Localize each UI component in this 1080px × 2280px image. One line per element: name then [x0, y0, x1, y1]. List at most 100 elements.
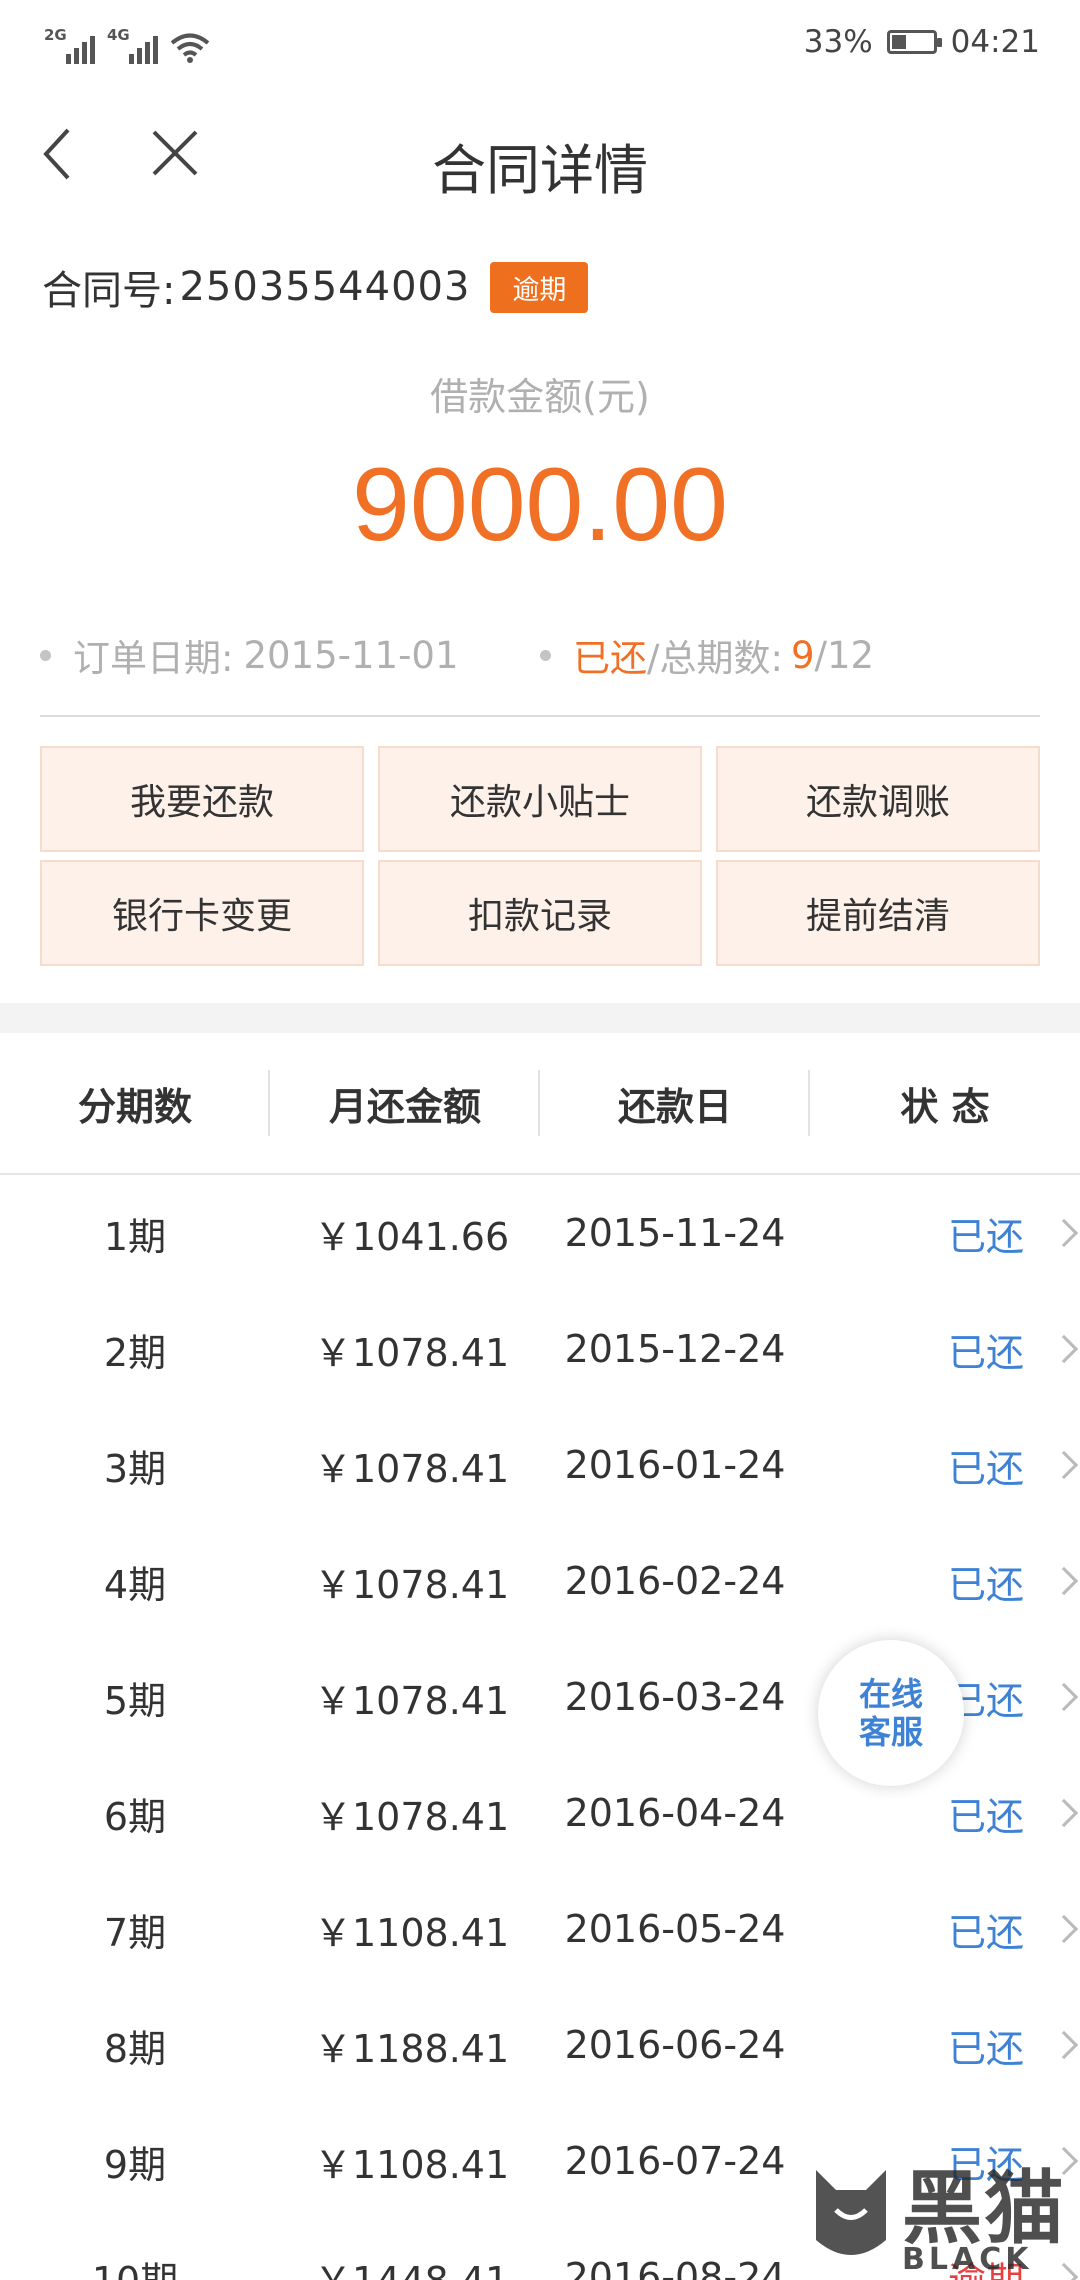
chevron-right-icon [1049, 2030, 1079, 2060]
battery-percent: 33% [803, 24, 873, 60]
order-date-label: 订单日期: [73, 637, 234, 680]
amount-cell: ￥1078.41 [314, 1562, 510, 1607]
amount-cell: ￥1078.41 [314, 1678, 510, 1723]
period-cell: 6期 [103, 1794, 167, 1839]
repay-tips-button[interactable]: 还款小贴士 [378, 746, 702, 852]
status-bar: 2G 4G 33% 04:21 [0, 0, 1080, 90]
amount-cell: ￥1078.41 [314, 1794, 510, 1839]
date-cell: 2016-06-24 [564, 2023, 786, 2067]
order-info-row: 订单日期: 2015-11-01 已还 /总期数: 9 /12 [40, 620, 1040, 690]
period-cell: 2期 [103, 1330, 167, 1375]
order-date: 订单日期: 2015-11-01 [40, 628, 459, 682]
period-cell: 9期 [103, 2142, 167, 2187]
period-cell: 1期 [103, 1214, 167, 1259]
status-label: 已还 [948, 1562, 1025, 1607]
chevron-right-icon [1049, 1798, 1079, 1828]
date-cell: 2016-07-24 [564, 2139, 786, 2183]
column-header-amount: 月还金额 [270, 1070, 540, 1136]
period-cell: 4期 [103, 1562, 167, 1607]
status-icons-left: 2G 4G [44, 24, 210, 64]
divider [40, 715, 1040, 717]
contract-header: 合同号: 25035544003 逾期 [42, 258, 589, 316]
repaid-label: 已还 [573, 637, 647, 680]
date-cell: 2016-05-24 [564, 1907, 786, 1951]
period-cell: 7期 [103, 1910, 167, 1955]
amount-cell: ￥1188.41 [314, 2026, 510, 2071]
date-cell: 2016-02-24 [564, 1559, 786, 1603]
chevron-right-icon [1049, 1914, 1079, 1944]
status-label: 已还 [948, 1446, 1025, 1491]
amount-cell: ￥1078.41 [314, 1330, 510, 1375]
wifi-icon [170, 33, 210, 63]
amount-cell: ￥1448.41 [270, 2250, 540, 2280]
watermark: 黑猫 BLACK CAT [806, 2150, 1080, 2280]
date-cell: 2016-01-24 [564, 1443, 786, 1487]
nav-bar: 合同详情 [0, 90, 1080, 230]
loan-amount-value: 9000.00 [352, 447, 728, 563]
status-label: 已还 [948, 1794, 1025, 1839]
chevron-right-icon [1049, 1450, 1079, 1480]
overdue-badge: 逾期 [490, 261, 589, 313]
order-date-value: 2015-11-01 [243, 633, 459, 677]
status-cell: 已还 [810, 1902, 1080, 1957]
cat-logo-icon [816, 2170, 886, 2255]
amount-cell: ￥1108.41 [314, 1910, 510, 1955]
repaid-count: 9 [790, 633, 815, 677]
watermark-sub: BLACK CAT [902, 2242, 1033, 2280]
chevron-right-icon [1049, 1566, 1079, 1596]
repay-adjust-button[interactable]: 还款调账 [716, 746, 1040, 852]
bullet-dot-icon [540, 649, 551, 661]
repay-button[interactable]: 我要还款 [40, 746, 364, 852]
status-label: 已还 [948, 1330, 1025, 1375]
period-cell: 10期 [0, 2250, 270, 2280]
column-header-status: 状 态 [900, 1084, 990, 1129]
action-grid: 我要还款 还款小贴士 还款调账 银行卡变更 扣款记录 提前结清 [40, 746, 1040, 966]
loan-amount-label: 借款金额(元) [430, 375, 650, 419]
amount-cell: ￥1108.41 [314, 2142, 510, 2187]
bullet-dot-icon [40, 649, 51, 661]
status-label: 已还 [948, 1910, 1025, 1955]
deduction-record-button[interactable]: 扣款记录 [378, 860, 702, 966]
status-cell: 已还 [810, 1438, 1080, 1493]
clock: 04:21 [950, 24, 1040, 60]
status-cell: 已还 [810, 1206, 1080, 1261]
table-row[interactable]: 1期 ￥1041.66 2015-11-24 已还 [0, 1175, 1080, 1291]
signal-2g-icon: 2G [44, 26, 95, 64]
network-type-label: 2G [44, 26, 67, 44]
table-row[interactable]: 7期 ￥1108.41 2016-05-24 已还 [0, 1871, 1080, 1987]
status-cell: 已还 [810, 1322, 1080, 1377]
date-cell: 2016-08-24 [564, 2255, 786, 2280]
chevron-right-icon [1049, 1682, 1079, 1712]
table-header: 分期数 月还金额 还款日 状 态 [0, 1033, 1080, 1175]
table-row[interactable]: 2期 ￥1078.41 2015-12-24 已还 [0, 1291, 1080, 1407]
fab-line1: 在线 [858, 1675, 923, 1713]
status-cell: 已还 [810, 1554, 1080, 1609]
contract-label: 合同号: [42, 268, 176, 314]
status-cell: 已还 [810, 1786, 1080, 1841]
contract-number: 25035544003 [179, 264, 471, 310]
amount-cell: ￥1041.66 [314, 1214, 510, 1259]
date-cell: 2015-11-24 [564, 1211, 786, 1255]
date-cell: 2015-12-24 [564, 1327, 786, 1371]
battery-icon [886, 30, 942, 54]
status-cell: 已还 [810, 2018, 1080, 2073]
fab-line2: 客服 [858, 1713, 923, 1751]
date-cell: 2016-04-24 [564, 1791, 786, 1835]
total-count: /12 [814, 633, 875, 677]
period-cell: 3期 [103, 1446, 167, 1491]
period-cell: 5期 [103, 1678, 167, 1723]
table-row[interactable]: 3期 ￥1078.41 2016-01-24 已还 [0, 1407, 1080, 1523]
column-header-period: 分期数 [0, 1070, 270, 1136]
table-row[interactable]: 8期 ￥1188.41 2016-06-24 已还 [0, 1987, 1080, 2103]
table-row[interactable]: 4期 ￥1078.41 2016-02-24 已还 [0, 1523, 1080, 1639]
status-icons-right: 33% 04:21 [804, 24, 1040, 60]
status-label: 已还 [948, 2026, 1025, 2071]
bank-card-change-button[interactable]: 银行卡变更 [40, 860, 364, 966]
signal-4g-icon: 4G [107, 26, 158, 64]
network-type-label: 4G [107, 26, 130, 44]
column-header-date: 还款日 [540, 1070, 810, 1136]
online-service-button[interactable]: 在线 客服 [818, 1640, 964, 1786]
chevron-right-icon [1049, 1334, 1079, 1364]
early-settlement-button[interactable]: 提前结清 [716, 860, 1040, 966]
amount-cell: ￥1078.41 [314, 1446, 510, 1491]
